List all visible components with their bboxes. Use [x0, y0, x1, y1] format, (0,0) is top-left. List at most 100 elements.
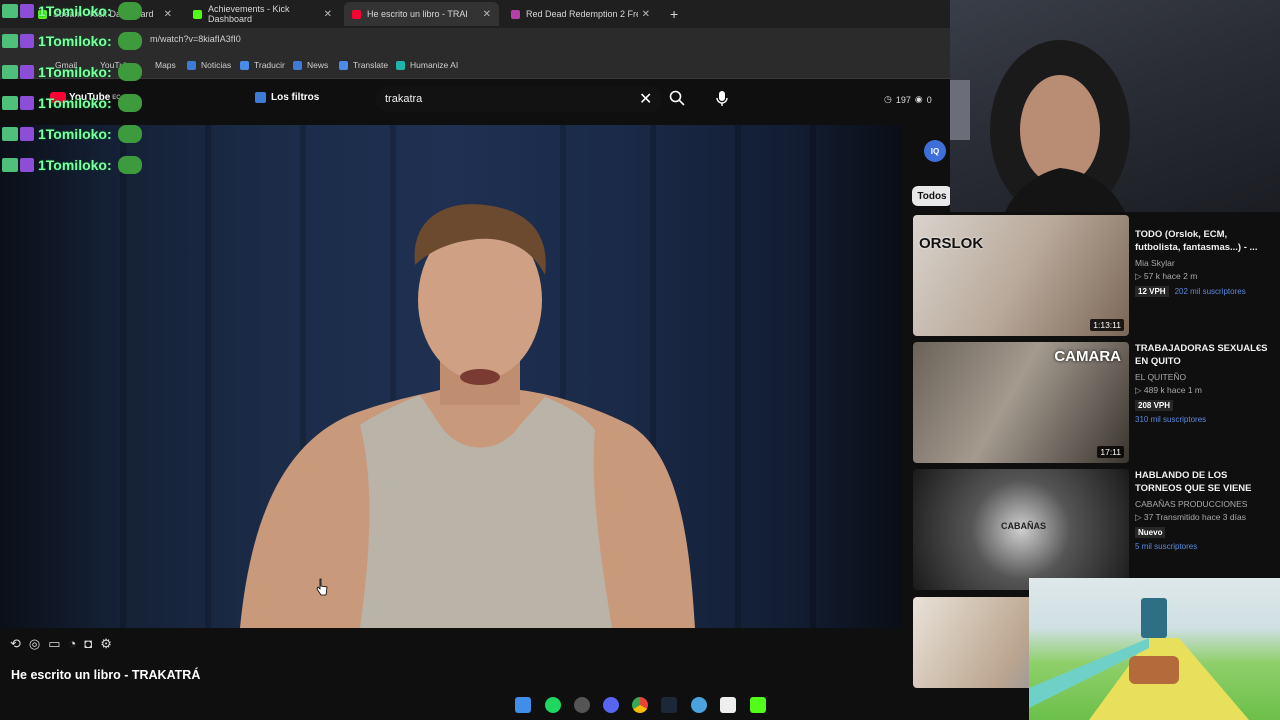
badge-icon	[2, 34, 18, 48]
search-icon[interactable]	[669, 90, 685, 106]
filters-button[interactable]: Los filtros	[255, 92, 319, 103]
bookmark-noticias[interactable]: Noticias	[187, 60, 231, 70]
recommendation-title[interactable]: TRABAJADORAS SEXUAL€S EN QUITO	[1135, 342, 1275, 368]
game-scene	[1029, 598, 1249, 720]
chat-line: 1Tomiloko:	[2, 32, 142, 50]
video-duration: 17:11	[1097, 446, 1124, 458]
url-text[interactable]: m/watch?v=8kiafIA3fI0	[150, 34, 241, 44]
badge-icon	[20, 34, 34, 48]
kick-icon[interactable]	[750, 697, 766, 713]
tab-label: Achievements - Kick Dashboard	[208, 4, 290, 24]
bookmark-label: Translate	[353, 60, 389, 70]
subscriber-count: 202 mil suscriptores	[1174, 287, 1246, 296]
news-icon	[293, 60, 302, 70]
chrome-icon[interactable]	[632, 697, 648, 713]
vph-badge: 12 VPH	[1135, 286, 1169, 297]
bookmark-label: Noticias	[201, 60, 232, 70]
stats-count: 197	[895, 94, 911, 105]
miniplayer-icon[interactable]: ▭	[48, 636, 60, 654]
steam-icon[interactable]	[661, 697, 677, 713]
player-controls: ⟲ ◎ ▭ ◔ ◘ ⚙	[10, 636, 170, 654]
badge-icon	[20, 127, 34, 141]
bookmark-translate[interactable]: Translate	[339, 60, 388, 70]
badge-icon	[20, 4, 34, 18]
chat-line: 1Tomiloko:	[2, 2, 142, 20]
video-duration: 1:13:11	[1090, 319, 1124, 331]
windows-start-icon[interactable]	[515, 697, 531, 713]
bookmarks-bar	[0, 54, 950, 79]
chat-username: 1Tomiloko:	[38, 33, 112, 49]
chat-line: 1Tomiloko:	[2, 125, 142, 143]
recommendation-meta[interactable]: TODO (Orslok, ECM, futbolista, fantasmas…	[1135, 228, 1275, 297]
close-icon[interactable]: ✕	[164, 9, 172, 20]
chat-line: 1Tomiloko:	[2, 156, 142, 174]
bookmark-label: Humanize AI	[410, 60, 459, 70]
bookmark-traducir[interactable]: Traducir	[240, 60, 285, 70]
video-player[interactable]	[0, 125, 902, 628]
iq-button[interactable]: IQ	[924, 140, 946, 162]
iq-label: IQ	[930, 146, 940, 156]
frog-emote-icon	[117, 63, 142, 81]
badge-icon	[20, 158, 34, 172]
search-input[interactable]: trakatra	[385, 93, 422, 105]
site-icon	[511, 9, 520, 19]
eye-icon: ◉	[914, 94, 923, 104]
tab-achievements[interactable]: Achievements - Kick Dashboard ✕	[185, 2, 340, 26]
channel-name[interactable]: EL QUITEÑO	[1135, 372, 1275, 382]
streamer-figure	[950, 40, 1130, 212]
spotify-icon[interactable]	[545, 697, 561, 713]
chat-username: 1Tomiloko:	[38, 64, 112, 80]
clock-icon: ◷	[884, 94, 892, 104]
channel-name[interactable]: Mia Skylar	[1135, 258, 1275, 268]
bookmark-humanize[interactable]: Humanize AI	[396, 60, 458, 70]
tab-label: Red Dead Redemption 2 Free D	[526, 9, 638, 19]
close-icon[interactable]: ✕	[642, 9, 650, 20]
view-count: ▷ 489 k hace 1 m	[1135, 385, 1203, 395]
recommendation-thumbnail[interactable]: CABAÑAS	[913, 469, 1129, 590]
frog-emote-icon	[117, 125, 142, 143]
video-title: He escrito un libro - TRAKATRÁ	[11, 668, 201, 682]
broadcast-icon[interactable]: ◎	[29, 636, 40, 654]
close-icon[interactable]: ✕	[324, 9, 332, 20]
badge-icon	[2, 127, 18, 141]
bookmark-maps[interactable]: Maps	[155, 60, 176, 70]
refresh-app-icon[interactable]	[691, 697, 707, 713]
browser-tab-bar: Stream - Kick Dashboard ✕ Achievements -…	[0, 0, 950, 28]
capcut-icon[interactable]	[720, 697, 736, 713]
loop-icon[interactable]: ⟲	[10, 636, 21, 654]
discord-icon[interactable]	[603, 697, 619, 713]
tab-youtube-video[interactable]: He escrito un libro - TRAKATRÁ ✕	[344, 2, 499, 26]
address-bar[interactable]	[0, 28, 950, 54]
thumbnail-text: CAMARA	[1054, 348, 1121, 365]
tab-rdr2[interactable]: Red Dead Redemption 2 Free D ✕	[503, 2, 658, 26]
new-tab-button[interactable]: +	[662, 2, 682, 26]
close-icon[interactable]: ✕	[483, 9, 491, 20]
presenter-figure	[240, 204, 695, 628]
recommendation-thumbnail[interactable]: CAMARA 17:11	[913, 342, 1129, 463]
thumbnail-text: ORSLOK	[919, 235, 984, 252]
chip-todos[interactable]: Todos	[912, 186, 952, 206]
clear-search-icon[interactable]: ✕	[639, 89, 652, 109]
settings-gear-icon[interactable]: ⚙	[100, 636, 112, 654]
vph-badge: 208 VPH	[1135, 400, 1174, 411]
bookmark-news[interactable]: News	[293, 60, 328, 70]
app-icon[interactable]	[574, 697, 590, 713]
subscriber-count: 5 mil suscriptores	[1135, 542, 1198, 551]
chat-username: 1Tomiloko:	[38, 3, 112, 19]
recommendation-title[interactable]: HABLANDO DE LOS TORNEOS QUE SE VIENE	[1135, 469, 1275, 495]
recommendation-meta[interactable]: HABLANDO DE LOS TORNEOS QUE SE VIENE CAB…	[1135, 469, 1275, 551]
recommendation-title[interactable]: TODO (Orslok, ECM, futbolista, fantasmas…	[1135, 228, 1275, 254]
speed-icon[interactable]: ◔	[69, 636, 77, 654]
filter-icon	[255, 92, 266, 103]
frog-emote-icon	[117, 32, 142, 50]
chat-username: 1Tomiloko:	[38, 126, 112, 142]
channel-name[interactable]: CABAÑAS PRODUCCIONES	[1135, 499, 1275, 509]
screenshot-icon[interactable]: ◘	[84, 636, 92, 654]
recommendation-meta[interactable]: TRABAJADORAS SEXUAL€S EN QUITO EL QUITEÑ…	[1135, 342, 1275, 424]
microphone-icon[interactable]	[712, 88, 732, 108]
recommendation-thumbnail[interactable]: ORSLOK 1:13:11	[913, 215, 1129, 336]
badge-icon	[2, 96, 18, 110]
tab-label: He escrito un libro - TRAKATRÁ	[367, 9, 467, 19]
frog-emote-icon	[117, 94, 142, 112]
frog-emote-icon	[117, 156, 142, 174]
